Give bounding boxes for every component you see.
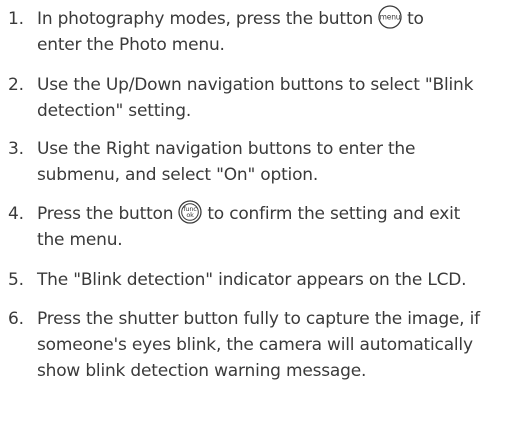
step-line: show blink detection warning message. xyxy=(37,361,367,381)
step-line: Press the button func ok to confirm the set… xyxy=(37,200,525,227)
step-line: The "Blink detection" indicator appears … xyxy=(37,270,467,290)
step-line: Use the Up/Down navigation buttons to se… xyxy=(37,75,474,95)
step-text-after-icon: to confirm the setting and exit xyxy=(207,204,461,224)
step-line: the menu. xyxy=(37,230,123,250)
step-number: 3. xyxy=(8,139,24,159)
menu-icon-label: menu xyxy=(380,13,401,22)
func-ok-button-icon: func ok xyxy=(178,200,202,224)
step-text-after-icon: to xyxy=(407,9,424,29)
step-text: In photography modes, press the button me… xyxy=(37,5,525,58)
menu-button-icon: menu xyxy=(378,5,402,29)
step-number: 1. xyxy=(8,9,24,29)
step-text: The "Blink detection" indicator appears … xyxy=(37,267,525,293)
step-number: 6. xyxy=(8,309,24,329)
step-text: Use the Up/Down navigation buttons to se… xyxy=(37,72,525,124)
step-line: someone's eyes blink, the camera will au… xyxy=(37,335,473,355)
step-number: 2. xyxy=(8,75,24,95)
ok-icon-label: ok xyxy=(187,211,195,219)
instruction-list: 1. In photography modes, press the butto… xyxy=(0,0,528,422)
step-number: 4. xyxy=(8,204,24,224)
step-line: detection" setting. xyxy=(37,101,192,121)
step-line: Press the shutter button fully to captur… xyxy=(37,309,480,329)
step-line: enter the Photo menu. xyxy=(37,35,225,55)
step-line: submenu, and select "On" option. xyxy=(37,165,319,185)
step-line: Use the Right navigation buttons to ente… xyxy=(37,139,416,159)
step-text-before-icon: In photography modes, press the button xyxy=(37,9,374,29)
step-text: Press the shutter button fully to captur… xyxy=(37,306,525,384)
step-text: Press the button func ok to confirm the set… xyxy=(37,200,525,253)
step-number: 5. xyxy=(8,270,24,290)
step-text-before-icon: Press the button xyxy=(37,204,174,224)
step-text: Use the Right navigation buttons to ente… xyxy=(37,136,525,188)
step-line: In photography modes, press the button me… xyxy=(37,5,525,32)
